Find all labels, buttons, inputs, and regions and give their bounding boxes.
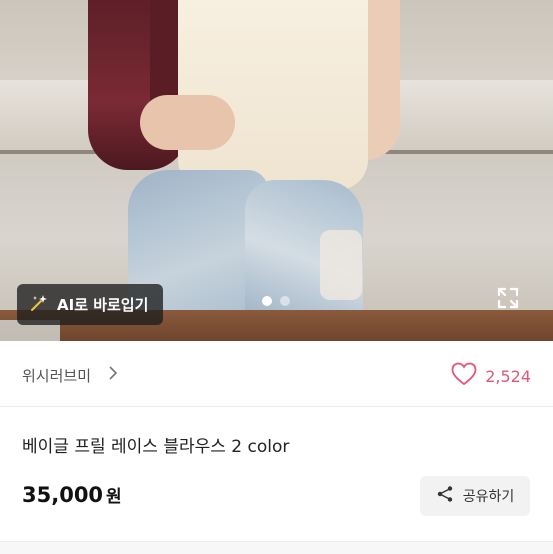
like-button[interactable]: 2,524 <box>451 362 531 390</box>
heart-icon <box>451 362 477 390</box>
share-icon <box>436 485 454 507</box>
price-amount: 35,000 <box>22 483 104 507</box>
seller-name[interactable]: 위시러브미 <box>22 365 91 386</box>
pagination-dot[interactable] <box>280 296 290 306</box>
share-button[interactable]: 공유하기 <box>420 476 530 516</box>
section-divider <box>0 541 553 554</box>
seller-row[interactable]: 위시러브미 2,524 <box>0 341 553 407</box>
product-image[interactable]: AI로 바로입기 <box>0 0 553 341</box>
like-count: 2,524 <box>485 366 531 386</box>
ai-try-on-label: AI로 바로입기 <box>57 296 149 314</box>
product-title: 베이글 프릴 레이스 블라우스 2 color <box>22 437 290 457</box>
photo-hand <box>140 95 235 150</box>
image-pagination <box>262 296 290 306</box>
expand-fullscreen-icon[interactable] <box>496 286 520 310</box>
photo-jeans-distress <box>320 230 362 300</box>
pagination-dot-active[interactable] <box>262 296 272 306</box>
chevron-right-icon <box>106 365 120 381</box>
ai-try-on-button[interactable]: AI로 바로입기 <box>17 284 163 325</box>
sparkle-wand-icon <box>29 293 49 317</box>
product-price: 35,000 원 <box>22 482 122 507</box>
share-label: 공유하기 <box>462 489 515 505</box>
price-currency: 원 <box>106 487 122 507</box>
